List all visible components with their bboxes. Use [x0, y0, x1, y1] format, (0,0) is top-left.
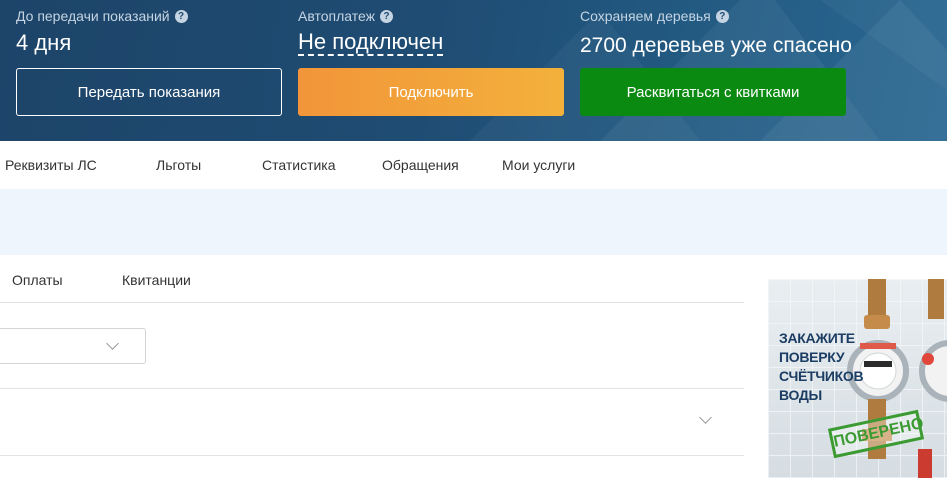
paperless-receipts-button[interactable]: Расквитаться с квитками — [580, 68, 846, 116]
account-nav: Реквизиты ЛС Льготы Статистика Обращения… — [0, 141, 947, 189]
autopay-label-text: Автоплатеж — [298, 8, 375, 24]
connect-autopay-button[interactable]: Подключить — [298, 68, 564, 116]
payments-subtabs: Оплаты Квитанции — [0, 255, 744, 303]
autopay-status-link[interactable]: Не подключен — [298, 30, 444, 56]
submit-readings-button[interactable]: Передать показания — [16, 68, 282, 116]
ad-line: СЧЁТЧИКОВ — [779, 368, 864, 384]
trees-saved-count: 2700 деревьев уже спасено — [580, 34, 852, 57]
tab-my-services[interactable]: Мои услуги — [502, 157, 575, 173]
summary-banner: До передачи показаний ? 4 дня Передать п… — [0, 0, 947, 141]
tab-payments[interactable]: Оплаты — [12, 272, 63, 288]
ad-headline: ЗАКАЖИТЕ ПОВЕРКУ СЧЁТЧИКОВ ВОДЫ — [779, 329, 869, 405]
trees-label: Сохраняем деревья ? — [580, 8, 729, 24]
chevron-down-icon — [106, 337, 119, 350]
autopay-label: Автоплатеж ? — [298, 8, 393, 24]
page: До передачи показаний ? 4 дня Передать п… — [0, 0, 947, 478]
ad-line: ЗАКАЖИТЕ — [779, 330, 855, 346]
readings-days-left: 4 дня — [16, 30, 72, 55]
chevron-down-icon[interactable] — [699, 411, 712, 424]
tab-statistics[interactable]: Статистика — [262, 157, 336, 173]
readings-label: До передачи показаний ? — [16, 8, 188, 24]
tab-account-details[interactable]: Реквизиты ЛС — [5, 157, 97, 173]
readings-label-text: До передачи показаний — [16, 8, 170, 24]
help-icon[interactable]: ? — [715, 9, 729, 23]
period-select[interactable] — [0, 328, 146, 364]
info-strip — [0, 189, 947, 255]
trees-label-text: Сохраняем деревья — [580, 8, 711, 24]
tab-benefits[interactable]: Льготы — [156, 157, 201, 173]
ad-line: ПОВЕРКУ — [779, 349, 845, 365]
tab-requests[interactable]: Обращения — [382, 157, 459, 173]
help-icon[interactable]: ? — [380, 9, 393, 23]
tab-receipts[interactable]: Квитанции — [122, 272, 191, 288]
help-icon[interactable]: ? — [174, 9, 188, 23]
meter-verification-ad[interactable]: ЗАКАЖИТЕ ПОВЕРКУ СЧЁТЧИКОВ ВОДЫ ПОВЕРЕНО — [768, 279, 947, 478]
divider — [0, 388, 744, 389]
ad-line: ВОДЫ — [779, 387, 822, 403]
divider — [0, 455, 744, 456]
